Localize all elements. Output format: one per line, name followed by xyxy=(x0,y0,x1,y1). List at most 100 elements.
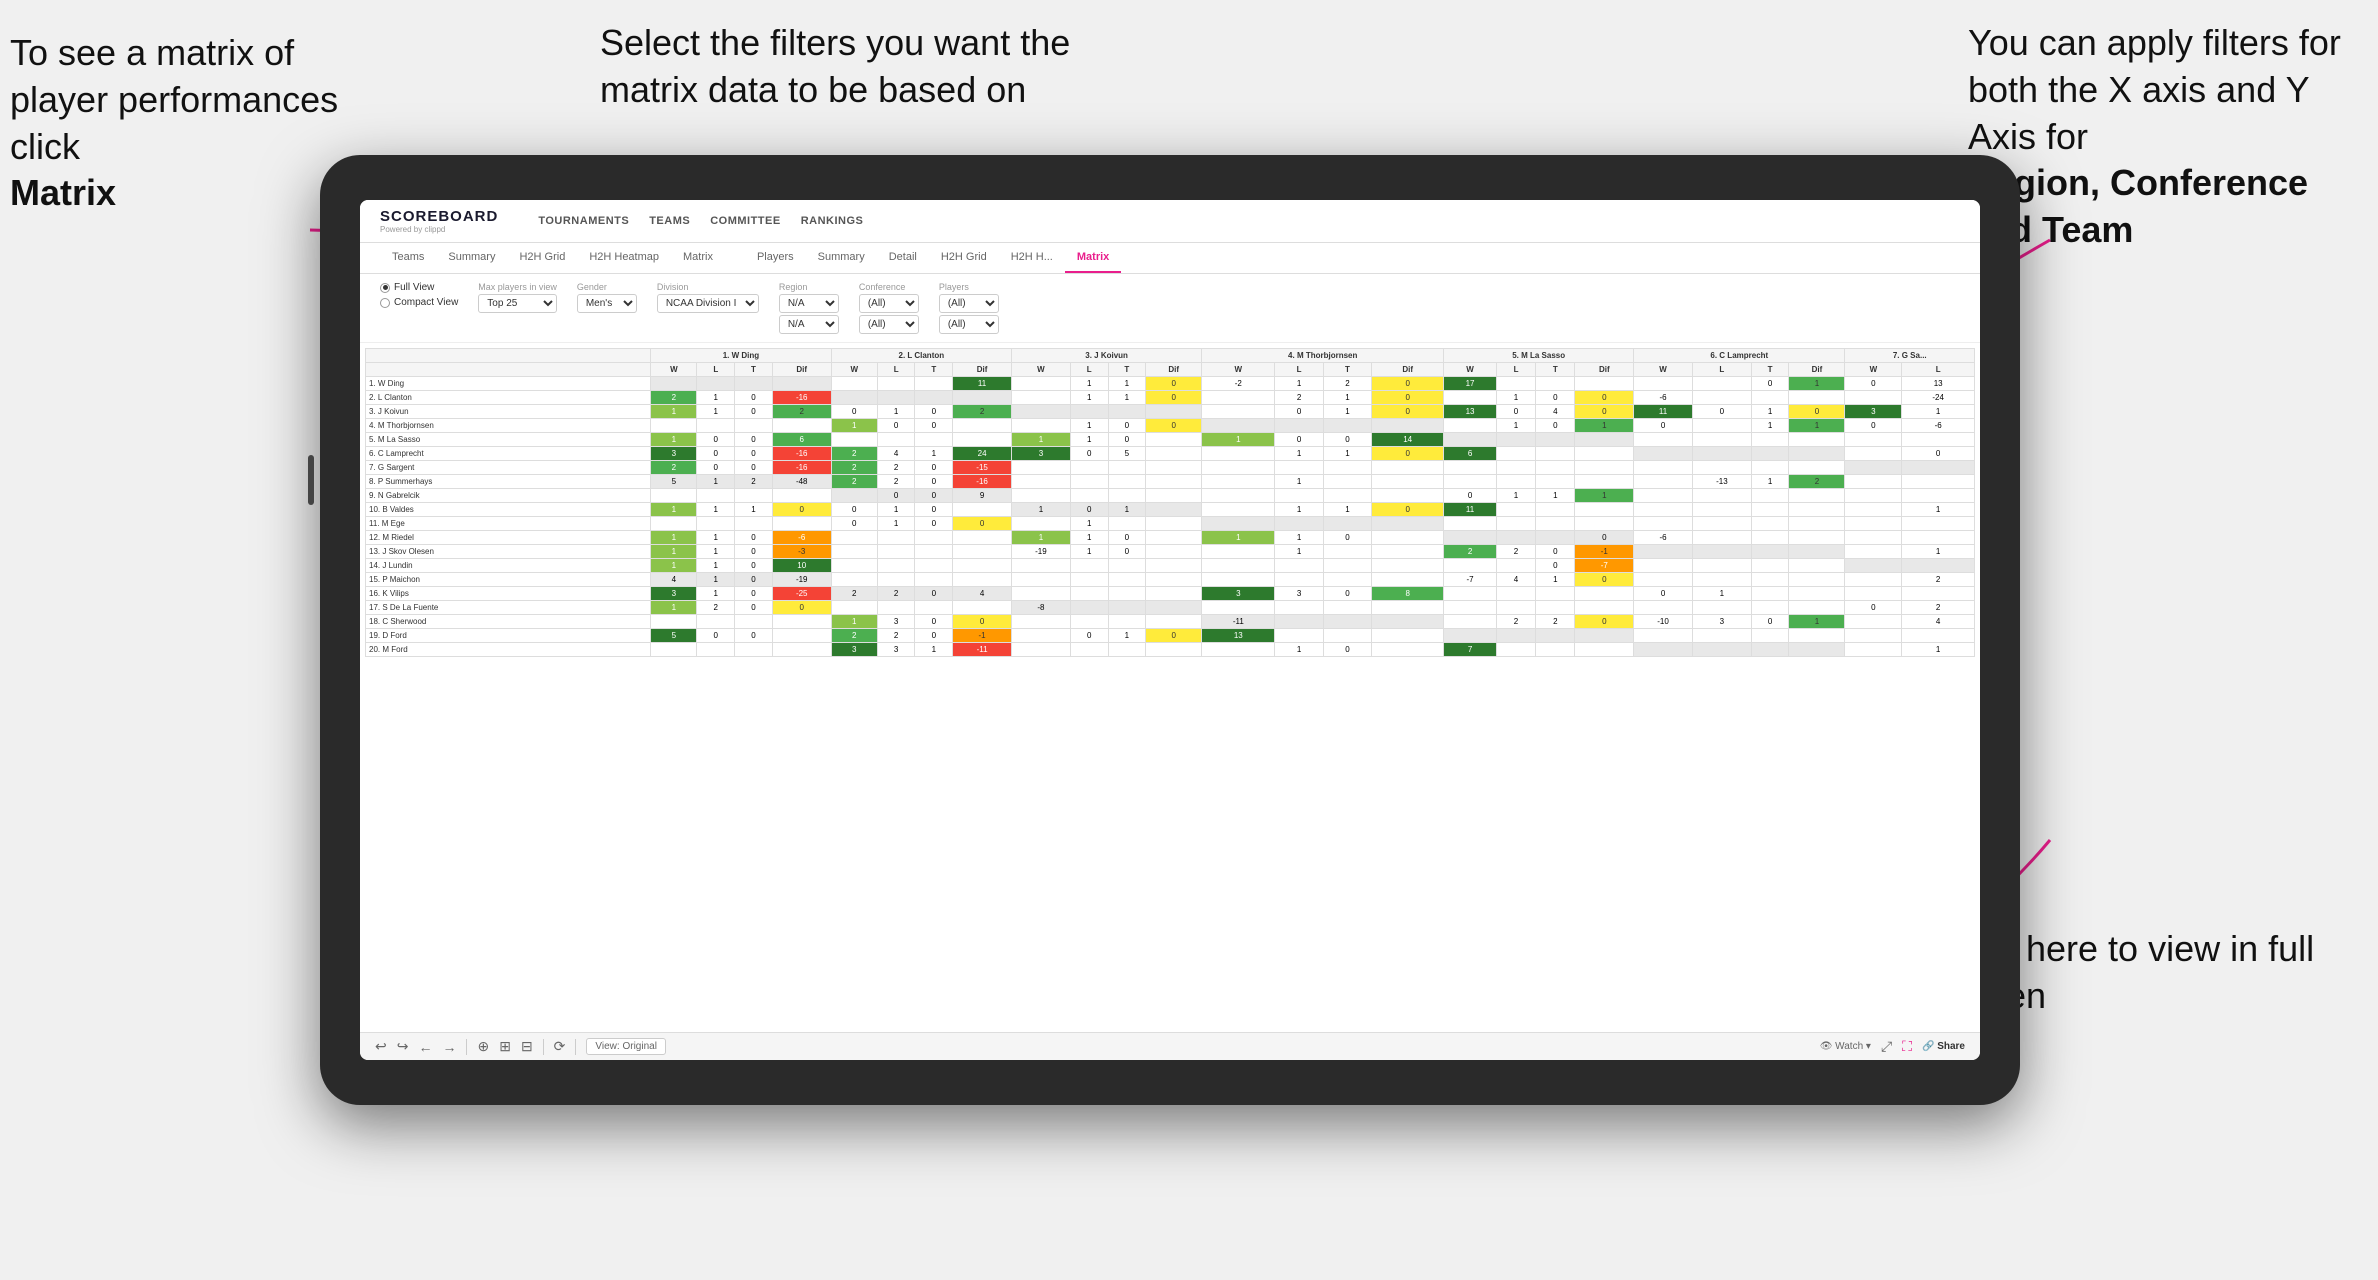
redo-btn[interactable]: ↪ xyxy=(397,1038,409,1055)
matrix-cell: 0 xyxy=(1108,433,1146,447)
tab-teams[interactable]: Teams xyxy=(380,243,436,273)
matrix-cell xyxy=(1275,615,1323,629)
table-row: 2. L Clanton210-16110210100-6-24 xyxy=(366,391,1975,405)
players-select-1[interactable]: (All) xyxy=(939,294,999,313)
matrix-cell: 0 xyxy=(697,447,735,461)
matrix-cell: 1 xyxy=(1536,489,1575,503)
fullscreen-btn[interactable]: ⛶ xyxy=(1902,1038,1912,1055)
zoom-btn[interactable]: ⊞ xyxy=(499,1038,511,1055)
back-btn[interactable]: ← xyxy=(418,1039,432,1055)
matrix-cell xyxy=(697,377,735,391)
fwd-btn[interactable]: → xyxy=(442,1039,456,1055)
matrix-cell: 14 xyxy=(1372,433,1444,447)
matrix-cell xyxy=(831,545,877,559)
matrix-cell xyxy=(1323,629,1371,643)
watch-btn[interactable]: 👁 Watch ▾ xyxy=(1820,1041,1871,1052)
matrix-cell xyxy=(1496,433,1535,447)
matrix-cell: -1 xyxy=(1575,545,1634,559)
matrix-cell xyxy=(877,573,915,587)
conference-select-2[interactable]: (All) xyxy=(859,315,919,334)
matrix-cell xyxy=(1070,559,1108,573)
matrix-cell: 1 xyxy=(1575,419,1634,433)
nav-tournaments[interactable]: TOURNAMENTS xyxy=(538,215,629,227)
matrix-cell xyxy=(1012,615,1071,629)
matrix-cell: 1 xyxy=(1275,545,1323,559)
matrix-cell: 1 xyxy=(651,559,697,573)
matrix-cell: 4 xyxy=(1496,573,1535,587)
matrix-cell xyxy=(1372,517,1444,531)
matrix-cell: 0 xyxy=(1444,489,1497,503)
matrix-cell xyxy=(1751,545,1789,559)
matrix-cell xyxy=(697,489,735,503)
matrix-cell xyxy=(735,643,773,657)
expand-btn[interactable]: ⤢ xyxy=(1881,1038,1892,1055)
matrix-cell: -6 xyxy=(772,531,831,545)
tab-summary[interactable]: Summary xyxy=(436,243,507,273)
nav-committee[interactable]: COMMITTEE xyxy=(710,215,781,227)
matrix-cell xyxy=(1751,643,1789,657)
share-btn[interactable]: 🔗 Share xyxy=(1922,1041,1965,1052)
matrix-cell xyxy=(877,377,915,391)
player-name-cell: 7. G Sargent xyxy=(366,461,651,475)
tab-matrix-teams[interactable]: Matrix xyxy=(671,243,725,273)
matrix-cell: 8 xyxy=(1372,587,1444,601)
undo-btn[interactable]: ↩ xyxy=(375,1038,387,1055)
matrix-cell: 3 xyxy=(1012,447,1071,461)
table-row: 5. M La Sasso100611010014 xyxy=(366,433,1975,447)
matrix-cell xyxy=(1202,489,1275,503)
minus-btn[interactable]: ⊟ xyxy=(521,1038,533,1055)
table-row: 17. S De La Fuente1200-802 xyxy=(366,601,1975,615)
matrix-cell xyxy=(1275,517,1323,531)
tab-matrix-active[interactable]: Matrix xyxy=(1065,243,1121,273)
division-select[interactable]: NCAA Division I xyxy=(657,294,759,313)
max-players-select[interactable]: Top 25 xyxy=(478,294,557,313)
reload-btn[interactable]: ⟳ xyxy=(554,1038,566,1055)
matrix-cell xyxy=(953,433,1012,447)
matrix-cell: 1 xyxy=(1070,377,1108,391)
matrix-cell xyxy=(1751,629,1789,643)
full-view-radio[interactable]: Full View xyxy=(380,282,458,293)
matrix-cell: 1 xyxy=(1012,433,1071,447)
matrix-cell: 0 xyxy=(735,447,773,461)
matrix-cell xyxy=(1444,517,1497,531)
tab-players-summary[interactable]: Summary xyxy=(806,243,877,273)
matrix-cell: -2 xyxy=(1202,377,1275,391)
matrix-cell: -6 xyxy=(1902,419,1975,433)
matrix-cell xyxy=(1634,489,1693,503)
matrix-cell xyxy=(1634,433,1693,447)
tab-players[interactable]: Players xyxy=(745,243,806,273)
matrix-cell: 1 xyxy=(697,531,735,545)
cursor-btn[interactable]: ⊕ xyxy=(477,1038,489,1055)
nav-teams[interactable]: TEAMS xyxy=(649,215,690,227)
matrix-cell xyxy=(1146,447,1202,461)
tab-players-h2h-h[interactable]: H2H H... xyxy=(999,243,1065,273)
matrix-cell xyxy=(735,615,773,629)
tab-h2h-grid[interactable]: H2H Grid xyxy=(507,243,577,273)
matrix-cell: 0 xyxy=(735,629,773,643)
matrix-cell xyxy=(1692,573,1751,587)
view-original-btn[interactable]: View: Original xyxy=(586,1038,666,1055)
matrix-cell xyxy=(1789,517,1845,531)
matrix-cell: -7 xyxy=(1575,559,1634,573)
tab-players-h2h-grid[interactable]: H2H Grid xyxy=(929,243,999,273)
matrix-cell xyxy=(1845,545,1902,559)
region-select-1[interactable]: N/A xyxy=(779,294,839,313)
tab-h2h-heatmap[interactable]: H2H Heatmap xyxy=(577,243,671,273)
matrix-area[interactable]: 1. W Ding 2. L Clanton 3. J Koivun 4. M … xyxy=(360,343,1980,1032)
matrix-cell: 1 xyxy=(697,573,735,587)
compact-view-label: Compact View xyxy=(394,297,458,308)
compact-view-radio[interactable]: Compact View xyxy=(380,297,458,308)
matrix-cell xyxy=(1575,643,1634,657)
region-select-2[interactable]: N/A xyxy=(779,315,839,334)
gender-select[interactable]: Men's xyxy=(577,294,637,313)
matrix-cell xyxy=(1789,531,1845,545)
nav-rankings[interactable]: RANKINGS xyxy=(801,215,864,227)
conference-select-1[interactable]: (All) xyxy=(859,294,919,313)
players-select-2[interactable]: (All) xyxy=(939,315,999,334)
matrix-cell: 1 xyxy=(651,433,697,447)
matrix-cell xyxy=(1202,643,1275,657)
matrix-cell xyxy=(953,573,1012,587)
matrix-cell: 0 xyxy=(735,587,773,601)
tab-players-detail[interactable]: Detail xyxy=(877,243,929,273)
matrix-cell xyxy=(1146,601,1202,615)
